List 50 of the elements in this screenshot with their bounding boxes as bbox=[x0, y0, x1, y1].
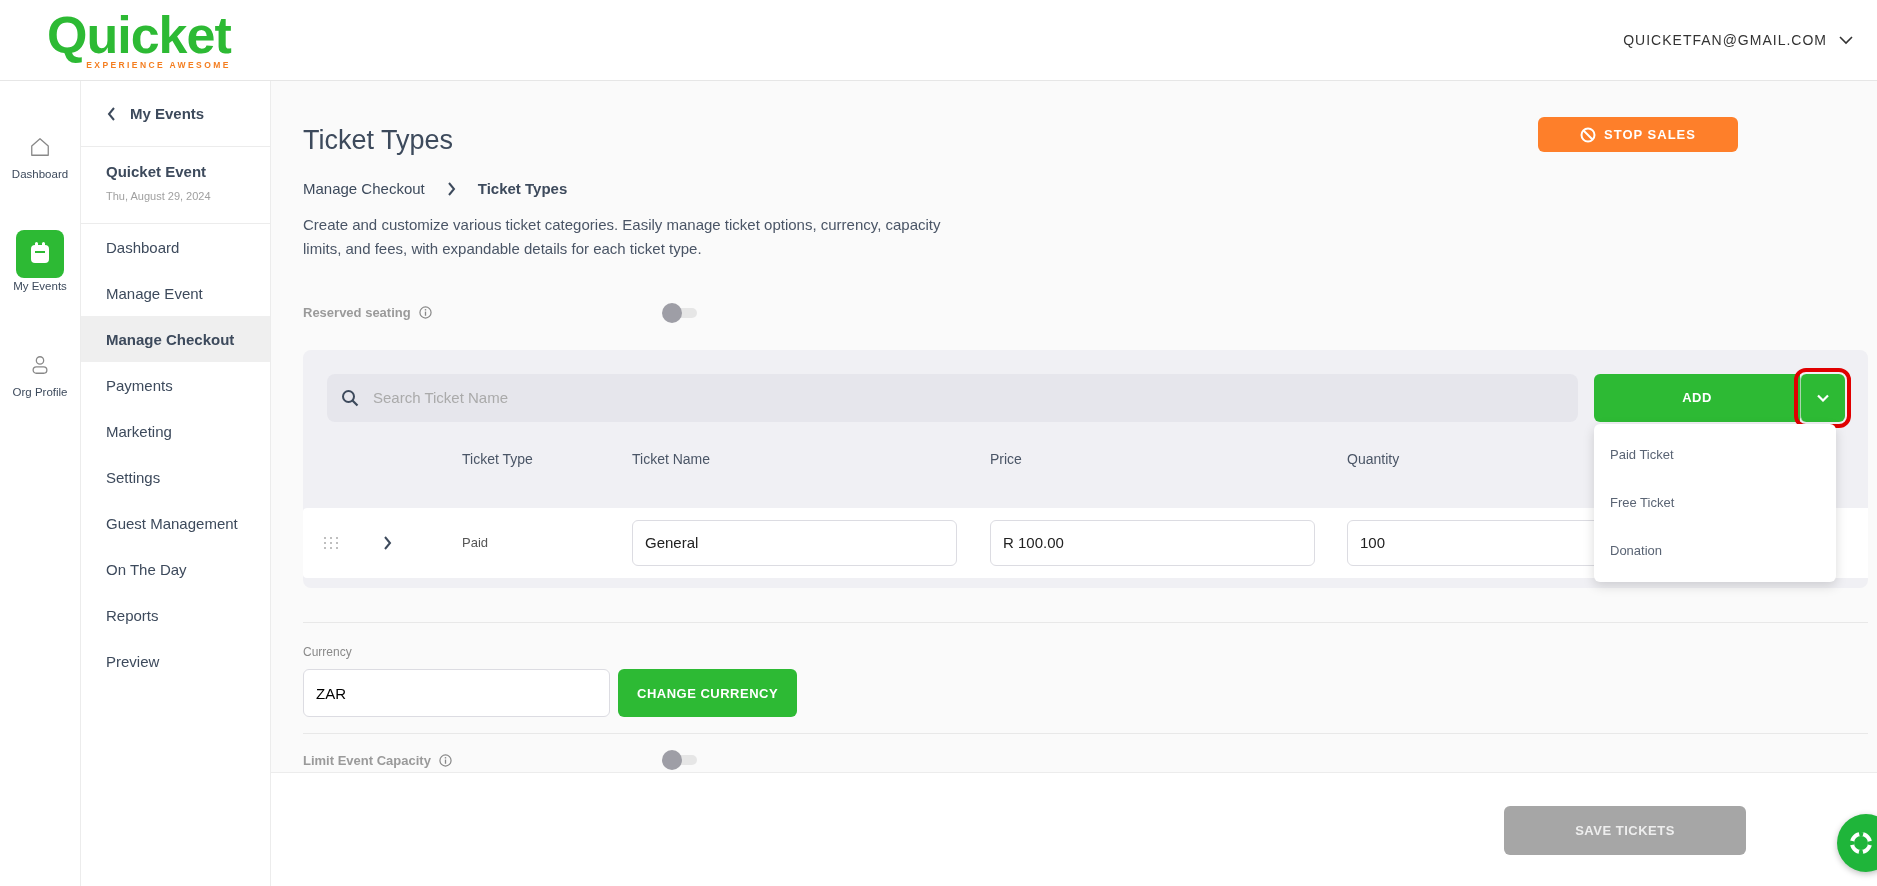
breadcrumb-item: Ticket Types bbox=[477, 180, 568, 197]
sidebar-item[interactable]: Payments bbox=[81, 362, 270, 408]
toggle-switch[interactable] bbox=[662, 302, 699, 323]
event-date: Thu, August 29, 2024 bbox=[106, 190, 211, 202]
column-header: Ticket Type bbox=[462, 450, 533, 467]
search-field[interactable]: Search Ticket Name bbox=[327, 373, 1578, 422]
menu-item[interactable]: Paid Ticket bbox=[1594, 430, 1836, 479]
chevron-left-icon bbox=[107, 106, 116, 121]
back-link[interactable]: My Events bbox=[81, 81, 270, 147]
chevron-right-icon bbox=[446, 181, 456, 196]
chevron-down-icon bbox=[1839, 35, 1853, 45]
drag-handle-icon[interactable] bbox=[323, 535, 339, 550]
sidebar-item[interactable]: Guest Management bbox=[81, 500, 270, 546]
sidebar-item[interactable]: Manage Event bbox=[81, 270, 270, 316]
field-label: Currency bbox=[303, 645, 352, 660]
currency-field[interactable]: ZAR bbox=[303, 669, 610, 718]
column-header: Ticket Name bbox=[632, 450, 711, 467]
sidebar-item[interactable]: Reports bbox=[81, 592, 270, 638]
rail-nav-item[interactable]: Org Profile bbox=[12, 354, 68, 398]
price-field[interactable]: R 100.00 bbox=[990, 519, 1315, 566]
page-title: Ticket Types bbox=[303, 125, 454, 156]
setting-label: Reserved seating bbox=[303, 305, 411, 321]
account-menu[interactable]: QUICKETFAN@GMAIL.COM bbox=[1623, 32, 1853, 48]
sidebar-item[interactable]: On The Day bbox=[81, 546, 270, 592]
logo-tagline: EXPERIENCE AWESOME bbox=[86, 60, 231, 70]
sidebar-item[interactable]: Marketing bbox=[81, 408, 270, 454]
chevron-right-icon bbox=[383, 535, 392, 550]
sidebar-item[interactable]: Preview bbox=[81, 638, 270, 684]
info-icon bbox=[438, 753, 452, 767]
sidebar-item[interactable]: Manage Checkout bbox=[81, 316, 270, 362]
ticket-name-field[interactable]: General bbox=[632, 519, 957, 566]
lifebuoy-icon bbox=[1849, 831, 1873, 855]
rail-nav-item[interactable]: My Events bbox=[13, 230, 67, 292]
breadcrumb-item[interactable]: Manage Checkout bbox=[303, 180, 425, 197]
ticket-type-text: Paid bbox=[462, 535, 489, 551]
home-icon bbox=[29, 136, 51, 158]
page-description: Create and customize various ticket categories. Easily manage ticket options, currency, capacity limits, and fees, with expandable details for each ticket type. bbox=[303, 215, 942, 259]
sidebar-item[interactable]: Settings bbox=[81, 454, 270, 500]
column-header: Quantity bbox=[1347, 450, 1400, 467]
rail-nav-item[interactable]: Dashboard bbox=[11, 136, 69, 180]
setting-label: Limit Event Capacity bbox=[303, 752, 431, 768]
prohibited-icon bbox=[1580, 126, 1597, 143]
calendar-icon bbox=[16, 230, 64, 278]
search-icon bbox=[341, 388, 359, 407]
chevron-down-icon bbox=[1817, 393, 1829, 402]
info-icon bbox=[418, 306, 432, 320]
event-name: Quicket Event bbox=[106, 163, 207, 180]
toggle-switch[interactable] bbox=[662, 750, 699, 771]
sidebar-item[interactable]: Dashboard bbox=[81, 224, 270, 270]
column-header: Price bbox=[990, 450, 1022, 467]
